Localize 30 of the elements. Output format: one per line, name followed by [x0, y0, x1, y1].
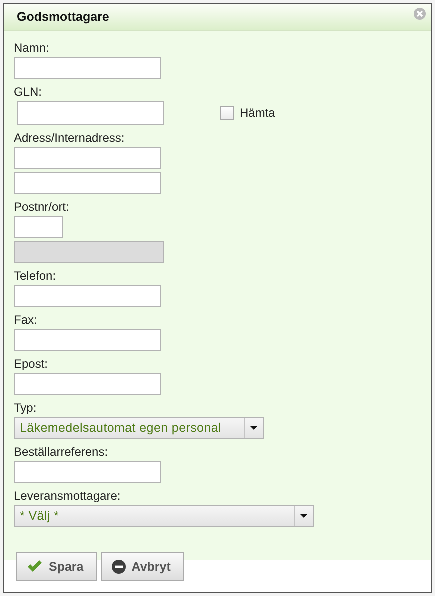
field-label: Beställarreferens:	[14, 445, 108, 459]
field-label: Adress/Internadress:	[14, 131, 125, 145]
close-icon[interactable]	[414, 8, 426, 20]
field-label: Epost:	[14, 357, 48, 371]
field-label: Telefon:	[14, 269, 56, 283]
caret-icon	[250, 426, 258, 430]
save-button[interactable]: Spara	[16, 552, 97, 581]
input-field[interactable]	[14, 461, 161, 483]
caret-icon	[300, 514, 308, 518]
input-field[interactable]	[14, 216, 63, 238]
input-field[interactable]	[14, 172, 161, 194]
minus-circle-icon	[112, 560, 126, 574]
input-field[interactable]	[14, 285, 161, 307]
input-field[interactable]	[14, 57, 161, 79]
dropdown[interactable]: Läkemedelsautomat egen personal	[14, 417, 264, 439]
field-label: GLN:	[14, 85, 42, 99]
field-label: Namn:	[14, 41, 50, 55]
field-label: Postnr/ort:	[14, 200, 70, 214]
input-field[interactable]	[17, 101, 164, 125]
field-label: Fax:	[14, 313, 38, 327]
dropdown[interactable]: * Välj *	[14, 505, 314, 527]
dialog-title: Godsmottagare	[17, 10, 110, 24]
input-field[interactable]	[14, 147, 161, 169]
field-label: Typ:	[14, 401, 37, 415]
checkbox[interactable]	[220, 106, 234, 120]
input-field[interactable]	[14, 329, 161, 351]
field-label: Leveransmottagare:	[14, 489, 121, 503]
checkbox-label: Hämta	[240, 106, 276, 120]
input-field[interactable]	[14, 373, 161, 395]
cancel-button[interactable]: Avbryt	[100, 552, 184, 581]
